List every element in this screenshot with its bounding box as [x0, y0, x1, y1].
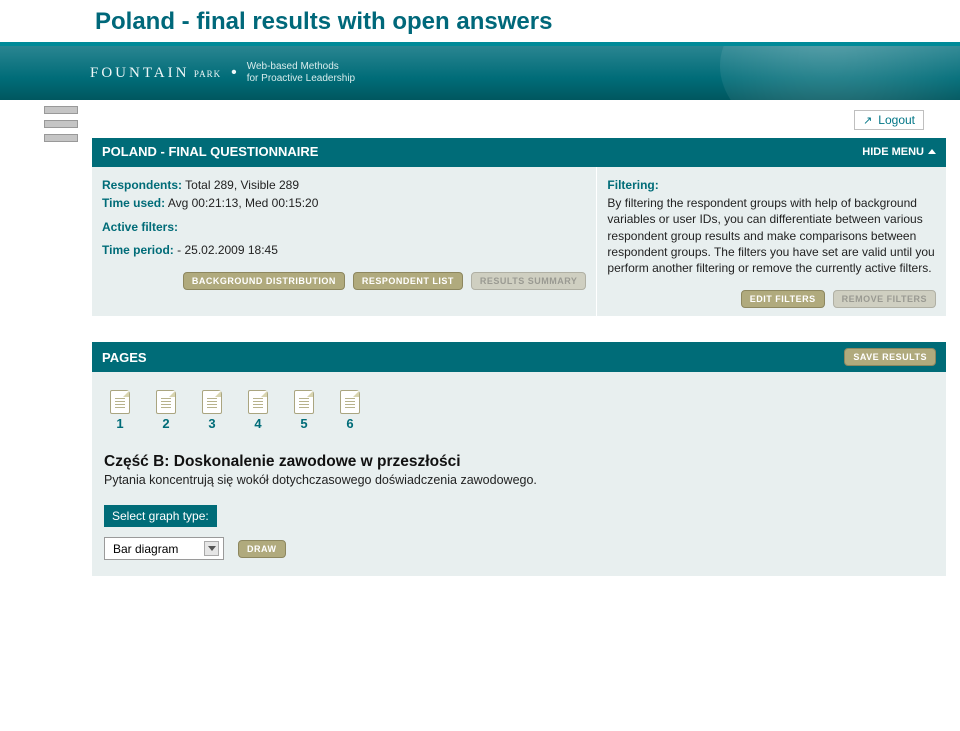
- logout-button[interactable]: ↗ Logout: [854, 110, 924, 130]
- page-num: 3: [208, 416, 215, 431]
- side-tab[interactable]: [44, 120, 78, 128]
- logout-label: Logout: [878, 113, 915, 127]
- page-icon: [156, 390, 176, 414]
- page-icon: [294, 390, 314, 414]
- time-used-label: Time used:: [102, 196, 165, 210]
- tagline-line2: for Proactive Leadership: [247, 73, 355, 85]
- page-link-2[interactable]: 2: [156, 390, 176, 431]
- chevron-down-icon: [204, 541, 219, 556]
- tagline-line1: Web-based Methods: [247, 61, 355, 73]
- side-tab[interactable]: [44, 106, 78, 114]
- pages-title: PAGES: [102, 350, 147, 365]
- graph-type-value: Bar diagram: [113, 542, 178, 556]
- brand-separator: •: [231, 64, 237, 82]
- page-num: 2: [162, 416, 169, 431]
- banner: FOUNTAIN PARK • Web-based Methods for Pr…: [0, 46, 960, 100]
- page-icon: [248, 390, 268, 414]
- side-tab[interactable]: [44, 134, 78, 142]
- page-title: Poland - final results with open answers: [0, 0, 960, 42]
- background-distribution-button[interactable]: BACKGROUND DISTRIBUTION: [183, 272, 345, 290]
- draw-button[interactable]: DRAW: [238, 540, 286, 558]
- logout-icon: ↗: [863, 114, 872, 127]
- respondents-value: Total 289, Visible 289: [185, 178, 299, 192]
- section-title: Część B: Doskonalenie zawodowe w przeszł…: [104, 453, 934, 471]
- select-graph-label: Select graph type:: [104, 505, 217, 527]
- page-num: 5: [300, 416, 307, 431]
- time-period-label: Time period:: [102, 243, 174, 257]
- page-link-1[interactable]: 1: [110, 390, 130, 431]
- page-num: 4: [254, 416, 261, 431]
- page-icon: [202, 390, 222, 414]
- pages-body: 1 2 3 4 5: [92, 372, 946, 576]
- page-icon: [110, 390, 130, 414]
- results-summary-button[interactable]: RESULTS SUMMARY: [471, 272, 587, 290]
- page-link-5[interactable]: 5: [294, 390, 314, 431]
- pages-header: PAGES SAVE RESULTS: [92, 342, 946, 372]
- questionnaire-title: POLAND - FINAL QUESTIONNAIRE: [102, 144, 318, 159]
- filtering-cell: Filtering: By filtering the respondent g…: [597, 167, 946, 316]
- page-icon: [340, 390, 360, 414]
- tagline: Web-based Methods for Proactive Leadersh…: [247, 61, 355, 85]
- brand-main: FOUNTAIN: [90, 65, 189, 81]
- section-subtitle: Pytania koncentrują się wokół dotychczas…: [104, 473, 934, 487]
- page-icons: 1 2 3 4 5: [104, 386, 934, 441]
- page-num: 6: [346, 416, 353, 431]
- filtering-body: By filtering the respondent groups with …: [607, 195, 936, 276]
- hide-menu-label: HIDE MENU: [862, 146, 924, 158]
- questionnaire-header: POLAND - FINAL QUESTIONNAIRE HIDE MENU: [92, 138, 946, 165]
- active-filters-label: Active filters:: [102, 220, 178, 234]
- respondent-list-button[interactable]: RESPONDENT LIST: [353, 272, 463, 290]
- filtering-title: Filtering:: [607, 177, 936, 193]
- summary-cell: Respondents: Total 289, Visible 289 Time…: [92, 167, 597, 316]
- page-link-3[interactable]: 3: [202, 390, 222, 431]
- side-tabs: [0, 100, 88, 576]
- graph-type-select[interactable]: Bar diagram: [104, 537, 224, 560]
- page-num: 1: [116, 416, 123, 431]
- time-used-value: Avg 00:21:13, Med 00:15:20: [168, 196, 319, 210]
- hide-menu-toggle[interactable]: HIDE MENU: [862, 146, 936, 158]
- respondents-label: Respondents:: [102, 178, 182, 192]
- remove-filters-button[interactable]: REMOVE FILTERS: [833, 290, 936, 308]
- save-results-button[interactable]: SAVE RESULTS: [844, 348, 936, 366]
- chevron-up-icon: [928, 149, 936, 154]
- page-link-6[interactable]: 6: [340, 390, 360, 431]
- brand-sub: PARK: [194, 69, 221, 79]
- time-period-value: - 25.02.2009 18:45: [177, 243, 278, 257]
- edit-filters-button[interactable]: EDIT FILTERS: [741, 290, 825, 308]
- page-link-4[interactable]: 4: [248, 390, 268, 431]
